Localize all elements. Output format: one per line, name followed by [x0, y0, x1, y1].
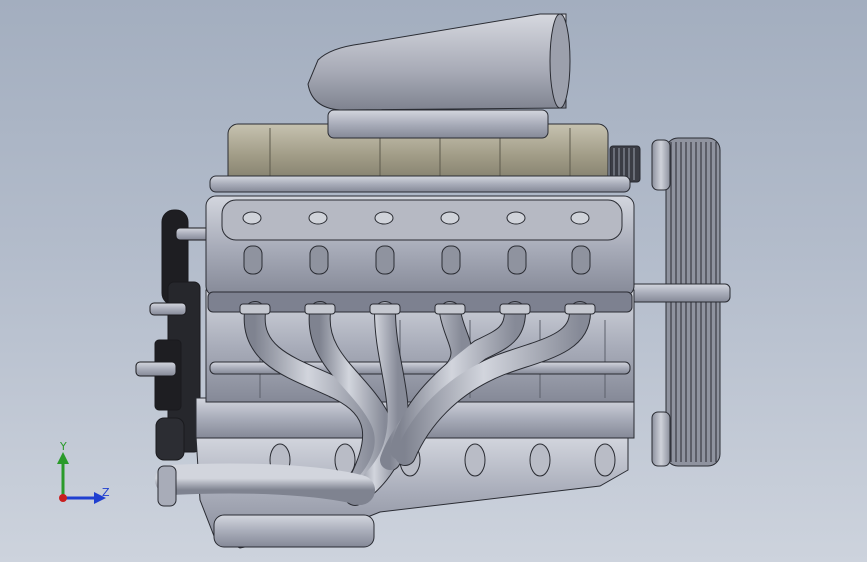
- engine-model[interactable]: [0, 0, 867, 562]
- y-axis-label: Y: [59, 440, 67, 453]
- intake-scoop[interactable]: [307, 13, 571, 111]
- graphics-viewport[interactable]: Y Z: [0, 0, 867, 562]
- supercharger[interactable]: [209, 109, 631, 193]
- valve-cover[interactable]: [205, 195, 635, 313]
- x-axis-dot: [59, 494, 67, 502]
- z-axis-label: Z: [102, 486, 110, 499]
- reference-triad: Y Z: [57, 440, 110, 504]
